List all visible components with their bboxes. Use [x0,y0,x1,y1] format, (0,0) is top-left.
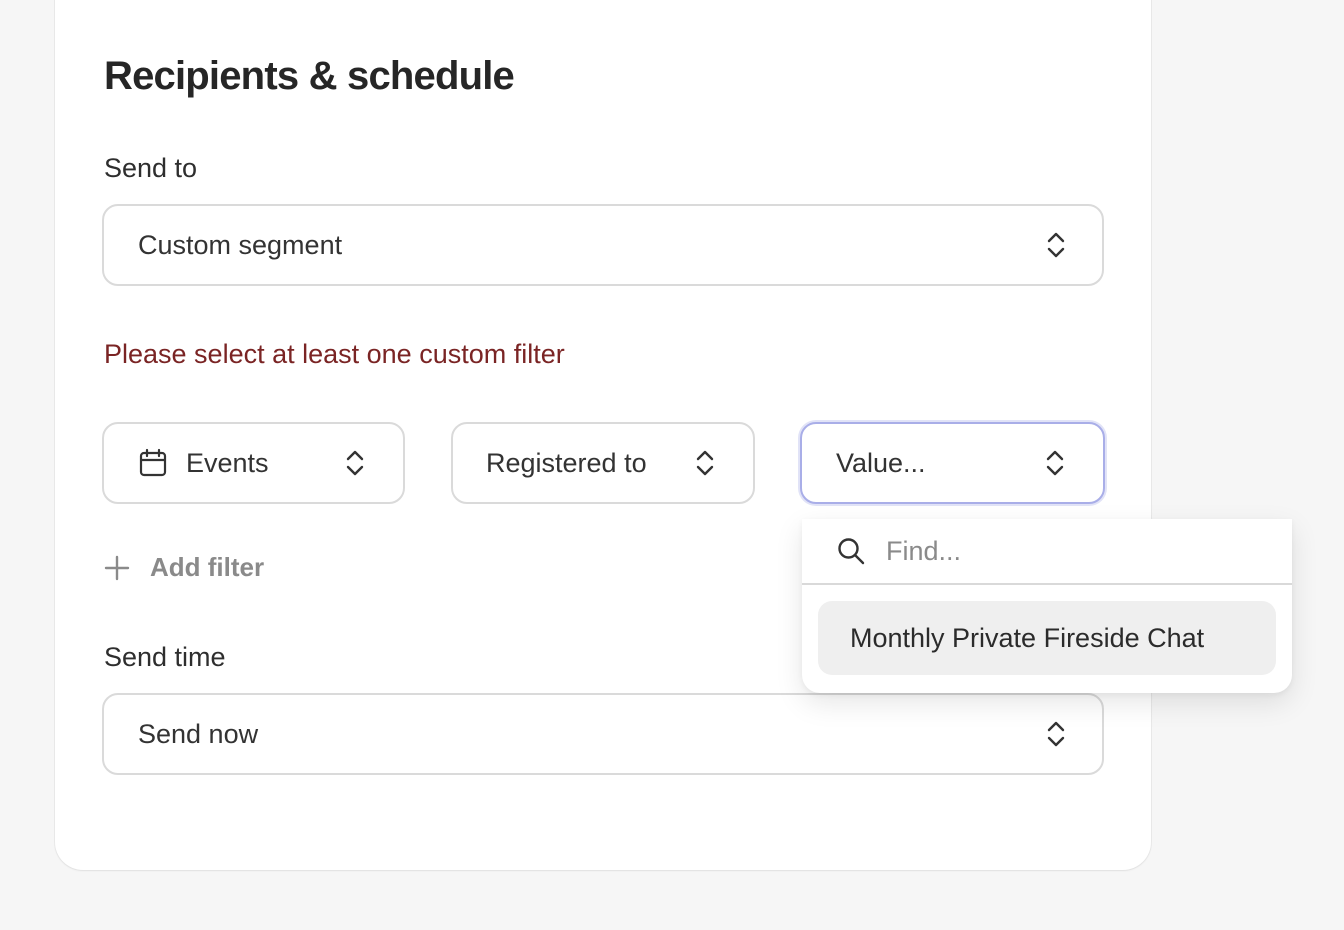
send-time-label: Send time [104,642,226,672]
dropdown-search [802,519,1292,585]
send-time-select[interactable]: Send now [102,693,1104,775]
filter-field-value: Events [186,447,269,478]
filter-error-message: Please select at least one custom filter [104,339,565,369]
calendar-icon [139,448,167,477]
send-to-label: Send to [104,153,198,183]
filter-field-select[interactable]: Events [102,422,405,504]
value-dropdown-menu: Monthly Private Fireside Chat [802,519,1292,693]
chevron-up-down-icon [1046,450,1064,476]
add-filter-label: Add filter [150,552,265,582]
search-icon [838,538,865,565]
dropdown-search-input[interactable] [884,534,1268,568]
chevron-up-down-icon [1047,232,1065,258]
filter-operator-select[interactable]: Registered to [451,422,755,504]
send-to-value: Custom segment [138,229,343,260]
section-title: Recipients & schedule [104,54,515,98]
chevron-up-down-icon [346,450,364,476]
chevron-up-down-icon [1047,721,1065,747]
filter-value-placeholder: Value... [836,447,926,478]
send-to-select[interactable]: Custom segment [102,204,1104,286]
chevron-up-down-icon [696,450,714,476]
dropdown-option[interactable]: Monthly Private Fireside Chat [818,601,1276,675]
add-filter-button[interactable]: Add filter [104,552,264,583]
plus-icon [104,555,130,580]
send-time-value: Send now [138,718,259,749]
filter-operator-value: Registered to [486,447,647,478]
filter-value-select[interactable]: Value... [800,422,1105,504]
